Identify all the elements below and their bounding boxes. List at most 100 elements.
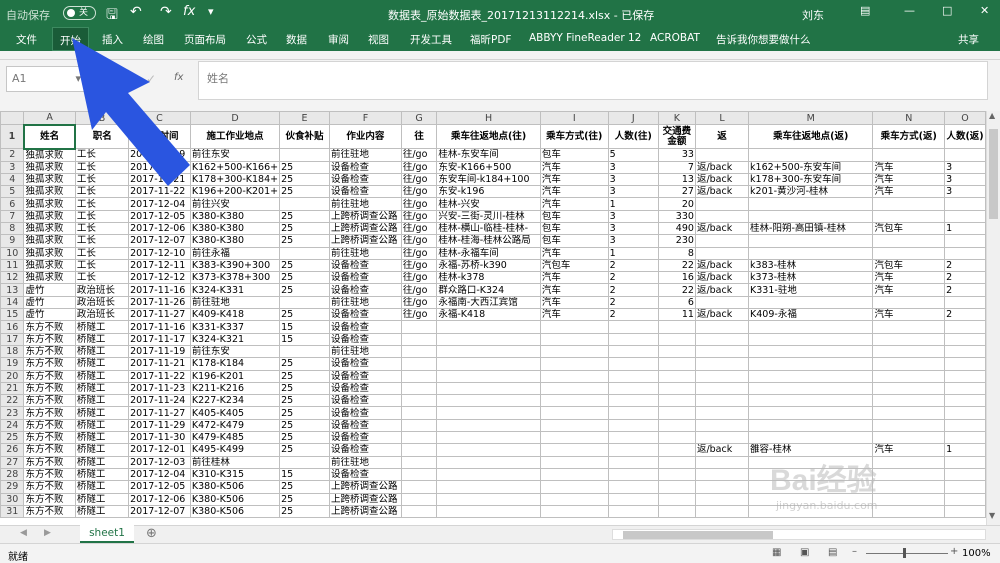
table-cell[interactable]: 汽包车 xyxy=(872,258,946,273)
table-cell[interactable]: 1 xyxy=(607,246,659,260)
table-cell[interactable]: 2017-12-04 xyxy=(128,197,191,211)
table-cell[interactable]: 工长 xyxy=(74,234,130,248)
table-cell[interactable]: k383-桂林 xyxy=(748,258,874,273)
table-cell[interactable]: 独孤求败 xyxy=(23,246,76,260)
table-cell[interactable] xyxy=(944,480,986,494)
table-cell[interactable] xyxy=(694,381,750,396)
table-cell[interactable]: 桥隧工 xyxy=(74,492,130,506)
table-cell[interactable]: K162+500-K166+ xyxy=(189,160,281,174)
table-cell[interactable]: 东方不败 xyxy=(23,357,76,371)
table-cell[interactable]: K380-K380 xyxy=(189,209,281,223)
table-cell[interactable]: K331-驻地 xyxy=(748,283,874,297)
table-cell[interactable] xyxy=(400,320,438,334)
table-cell[interactable]: 25 xyxy=(279,258,330,273)
table-cell[interactable]: 独孤求败 xyxy=(23,185,76,199)
table-cell[interactable] xyxy=(400,431,438,445)
table-cell[interactable] xyxy=(944,467,986,482)
normal-view-icon[interactable]: ▦ xyxy=(772,547,781,558)
table-cell[interactable]: 东方不败 xyxy=(23,418,76,433)
row-header[interactable]: 18 xyxy=(0,344,25,359)
table-cell[interactable] xyxy=(436,467,541,482)
table-cell[interactable]: 设备检查 xyxy=(329,467,402,482)
table-cell[interactable]: 工长 xyxy=(74,172,130,187)
table-cell[interactable]: 前往驻地 xyxy=(329,344,402,359)
table-cell[interactable]: 独孤求败 xyxy=(23,221,76,236)
table-cell[interactable]: 2017-11-19 xyxy=(128,148,191,162)
table-cell[interactable]: 往/go xyxy=(400,197,438,211)
table-cell[interactable]: 2017-11-27 xyxy=(128,406,191,420)
table-cell[interactable] xyxy=(944,209,986,223)
table-cell[interactable] xyxy=(657,332,696,346)
table-cell[interactable] xyxy=(657,480,696,494)
function-icon[interactable]: fx xyxy=(183,4,195,19)
table-cell[interactable]: 汽车 xyxy=(539,308,609,322)
table-cell[interactable]: 27 xyxy=(657,185,696,199)
minimize-icon[interactable]: — xyxy=(904,4,915,17)
table-cell[interactable] xyxy=(872,418,946,433)
table-cell[interactable]: 桂林-桂海-桂林公路局 xyxy=(436,234,541,248)
table-cell[interactable]: 25 xyxy=(279,357,330,371)
table-cell[interactable]: 东方不败 xyxy=(23,467,76,482)
table-cell[interactable]: 东方不败 xyxy=(23,394,76,408)
table-cell[interactable] xyxy=(748,381,874,396)
table-cell[interactable]: 2017-11-22 xyxy=(128,369,191,383)
undo-icon[interactable]: ↶ xyxy=(130,4,142,20)
table-cell[interactable]: 3 xyxy=(944,160,986,174)
table-cell[interactable]: 设备检查 xyxy=(329,443,402,457)
table-cell[interactable] xyxy=(607,394,659,408)
table-cell[interactable]: K310-K315 xyxy=(189,467,281,482)
table-cell[interactable] xyxy=(944,369,986,383)
table-cell[interactable]: 汽车 xyxy=(872,271,946,285)
next-sheet-icon[interactable]: ▶ xyxy=(44,528,51,538)
table-cell[interactable]: 工长 xyxy=(74,221,130,236)
column-header[interactable]: G xyxy=(400,111,438,125)
table-cell[interactable]: 16 xyxy=(657,271,696,285)
table-cell[interactable]: K380-K506 xyxy=(189,492,281,506)
tab-4[interactable]: 页面布局 xyxy=(184,32,226,47)
column-header[interactable]: K xyxy=(657,111,696,125)
table-cell[interactable] xyxy=(694,209,750,223)
table-cell[interactable]: 虚竹 xyxy=(23,308,76,322)
table-cell[interactable]: 1 xyxy=(944,443,986,457)
table-cell[interactable]: 25 xyxy=(279,480,330,494)
row-header[interactable]: 26 xyxy=(0,443,25,457)
table-cell[interactable]: 往/go xyxy=(400,148,438,162)
column-header[interactable]: J xyxy=(607,111,659,125)
table-cell[interactable]: K196+200-K201+ xyxy=(189,185,281,199)
table-cell[interactable]: 桂林-阳朔-高田镇-桂林 xyxy=(748,221,874,236)
header-cell[interactable]: 姓名 xyxy=(22,123,77,150)
header-cell[interactable]: 伙食补贴 xyxy=(279,124,330,149)
table-cell[interactable] xyxy=(694,234,750,248)
table-cell[interactable] xyxy=(607,431,659,445)
table-cell[interactable]: k373-桂林 xyxy=(748,271,874,285)
redo-icon[interactable]: ↷ xyxy=(160,4,172,20)
table-cell[interactable]: k201-黄沙河-桂林 xyxy=(748,185,874,199)
table-cell[interactable] xyxy=(607,443,659,457)
table-cell[interactable]: 汽车 xyxy=(872,308,946,322)
table-cell[interactable]: 汽包车 xyxy=(872,221,946,236)
table-cell[interactable] xyxy=(944,381,986,396)
table-cell[interactable]: 桂林-k378 xyxy=(436,271,541,285)
table-cell[interactable]: 工长 xyxy=(74,246,130,260)
table-cell[interactable]: 上跨桥调查公路 xyxy=(329,234,402,248)
table-cell[interactable]: 2017-11-21 xyxy=(128,172,191,187)
table-cell[interactable] xyxy=(657,394,696,408)
row-header[interactable]: 30 xyxy=(0,492,25,506)
horizontal-scrollbar[interactable] xyxy=(612,529,986,540)
table-cell[interactable]: 返/back xyxy=(694,172,750,187)
enter-icon[interactable]: ✓ xyxy=(146,72,156,86)
share-button[interactable]: 共享 xyxy=(958,32,979,47)
table-cell[interactable]: 2017-11-19 xyxy=(128,344,191,359)
table-cell[interactable]: K409-K418 xyxy=(189,308,281,322)
table-cell[interactable] xyxy=(694,431,750,445)
table-cell[interactable] xyxy=(539,369,609,383)
tab-3[interactable]: 绘图 xyxy=(143,32,164,47)
table-cell[interactable]: 设备检查 xyxy=(329,283,402,297)
table-cell[interactable]: 6 xyxy=(657,295,696,310)
table-cell[interactable]: 往/go xyxy=(400,271,438,285)
table-cell[interactable]: 东方不败 xyxy=(23,320,76,334)
table-cell[interactable]: 33 xyxy=(657,148,696,162)
tab-0[interactable]: 文件 xyxy=(16,32,37,47)
table-cell[interactable] xyxy=(694,369,750,383)
table-cell[interactable]: 3 xyxy=(607,234,659,248)
